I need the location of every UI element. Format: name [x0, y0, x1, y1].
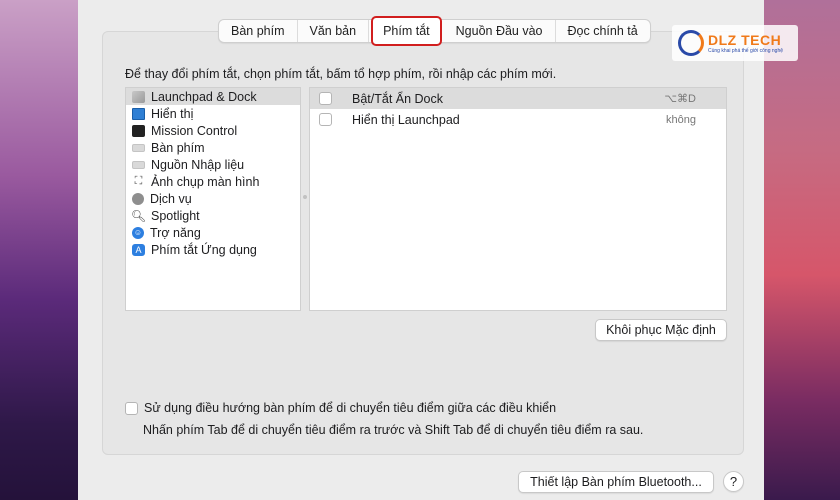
input-source-icon [132, 160, 145, 169]
category-accessibility[interactable]: ☺ Trợ năng [126, 224, 300, 241]
category-screenshots[interactable]: ⛶ Ảnh chụp màn hình [126, 173, 300, 190]
category-spotlight[interactable]: 🔍︎ Spotlight [126, 207, 300, 224]
tab-shortcuts[interactable]: Phím tắt [371, 16, 442, 46]
gear-icon [132, 192, 144, 205]
accessibility-icon: ☺ [132, 226, 144, 239]
category-input-sources[interactable]: Nguồn Nhập liệu [126, 156, 300, 173]
category-mission-control[interactable]: Mission Control [126, 122, 300, 139]
setup-bluetooth-keyboard-button[interactable]: Thiết lập Bàn phím Bluetooth... [518, 471, 714, 493]
category-label: Mission Control [151, 123, 238, 138]
tab-dictation[interactable]: Đọc chính tả [556, 20, 650, 42]
category-label: Dịch vụ [150, 191, 192, 206]
shortcut-row-show-launchpad[interactable]: Hiển thị Launchpad không [310, 109, 726, 130]
tab-input-sources[interactable]: Nguồn Đầu vào [444, 20, 556, 42]
shortcut-label: Hiển thị Launchpad [352, 112, 460, 127]
category-keyboard[interactable]: Bàn phím [126, 139, 300, 156]
restore-defaults-button[interactable]: Khôi phục Mặc định [595, 319, 727, 341]
shortcuts-panel: Để thay đổi phím tắt, chọn phím tắt, bấm… [102, 31, 744, 455]
watermark-logo: DLZ TECH Cùng khai phá thế giới công ngh… [672, 25, 798, 61]
tab-text[interactable]: Văn bản [298, 20, 370, 42]
wallpaper-left [0, 0, 78, 500]
category-label: Ảnh chụp màn hình [151, 174, 260, 189]
shortcut-key[interactable]: ⌥⌘D [664, 92, 696, 105]
keyboard-navigation-checkbox[interactable] [125, 401, 138, 415]
split-view-handle[interactable] [303, 195, 307, 199]
category-display[interactable]: Hiển thị [126, 105, 300, 122]
shortcut-row-toggle-dock-hiding[interactable]: Bật/Tắt Ẩn Dock ⌥⌘D [310, 88, 726, 109]
shortcut-label: Bật/Tắt Ẩn Dock [352, 91, 444, 106]
preferences-window: Bàn phím Văn bản Phím tắt Nguồn Đầu vào … [78, 0, 764, 500]
logo-mark-icon [678, 30, 704, 56]
category-label: Bàn phím [151, 140, 205, 155]
tab-bar: Bàn phím Văn bản Phím tắt Nguồn Đầu vào … [218, 16, 651, 46]
keyboard-icon [132, 143, 145, 152]
shortcut-list: Bật/Tắt Ẩn Dock ⌥⌘D Hiển thị Launchpad k… [309, 87, 727, 311]
category-list: Launchpad & Dock Hiển thị Mission Contro… [125, 87, 301, 311]
app-shortcuts-icon: A [132, 243, 145, 256]
help-button[interactable]: ? [723, 471, 744, 492]
search-icon: 🔍︎ [130, 208, 147, 223]
wallpaper-right [764, 0, 840, 500]
shortcut-checkbox[interactable] [319, 113, 332, 126]
keyboard-navigation-label: Sử dụng điều hướng bàn phím để di chuyển… [144, 401, 557, 415]
mission-control-icon [132, 124, 145, 137]
category-app-shortcuts[interactable]: A Phím tắt Ứng dụng [126, 241, 300, 258]
keyboard-navigation-hint: Nhấn phím Tab để di chuyển tiêu điểm ra … [143, 423, 644, 437]
logo-text: DLZ TECH Cùng khai phá thế giới công ngh… [708, 32, 783, 54]
instruction-text: Để thay đổi phím tắt, chọn phím tắt, bấm… [125, 67, 557, 81]
category-launchpad-dock[interactable]: Launchpad & Dock [126, 88, 300, 105]
shortcut-key[interactable]: không [666, 114, 696, 126]
category-label: Nguồn Nhập liệu [151, 157, 245, 172]
category-label: Trợ năng [150, 225, 201, 240]
category-label: Phím tắt Ứng dụng [151, 242, 257, 257]
category-services[interactable]: Dịch vụ [126, 190, 300, 207]
screenshot-icon: ⛶ [134, 175, 143, 187]
keyboard-navigation-option[interactable]: Sử dụng điều hướng bàn phím để di chuyển… [125, 401, 556, 415]
shortcut-checkbox[interactable] [319, 92, 332, 105]
tab-keyboard[interactable]: Bàn phím [219, 20, 298, 42]
category-label: Spotlight [151, 208, 200, 223]
launchpad-icon [132, 90, 145, 103]
display-icon [132, 107, 145, 120]
category-label: Launchpad & Dock [151, 89, 257, 104]
category-label: Hiển thị [151, 106, 194, 121]
